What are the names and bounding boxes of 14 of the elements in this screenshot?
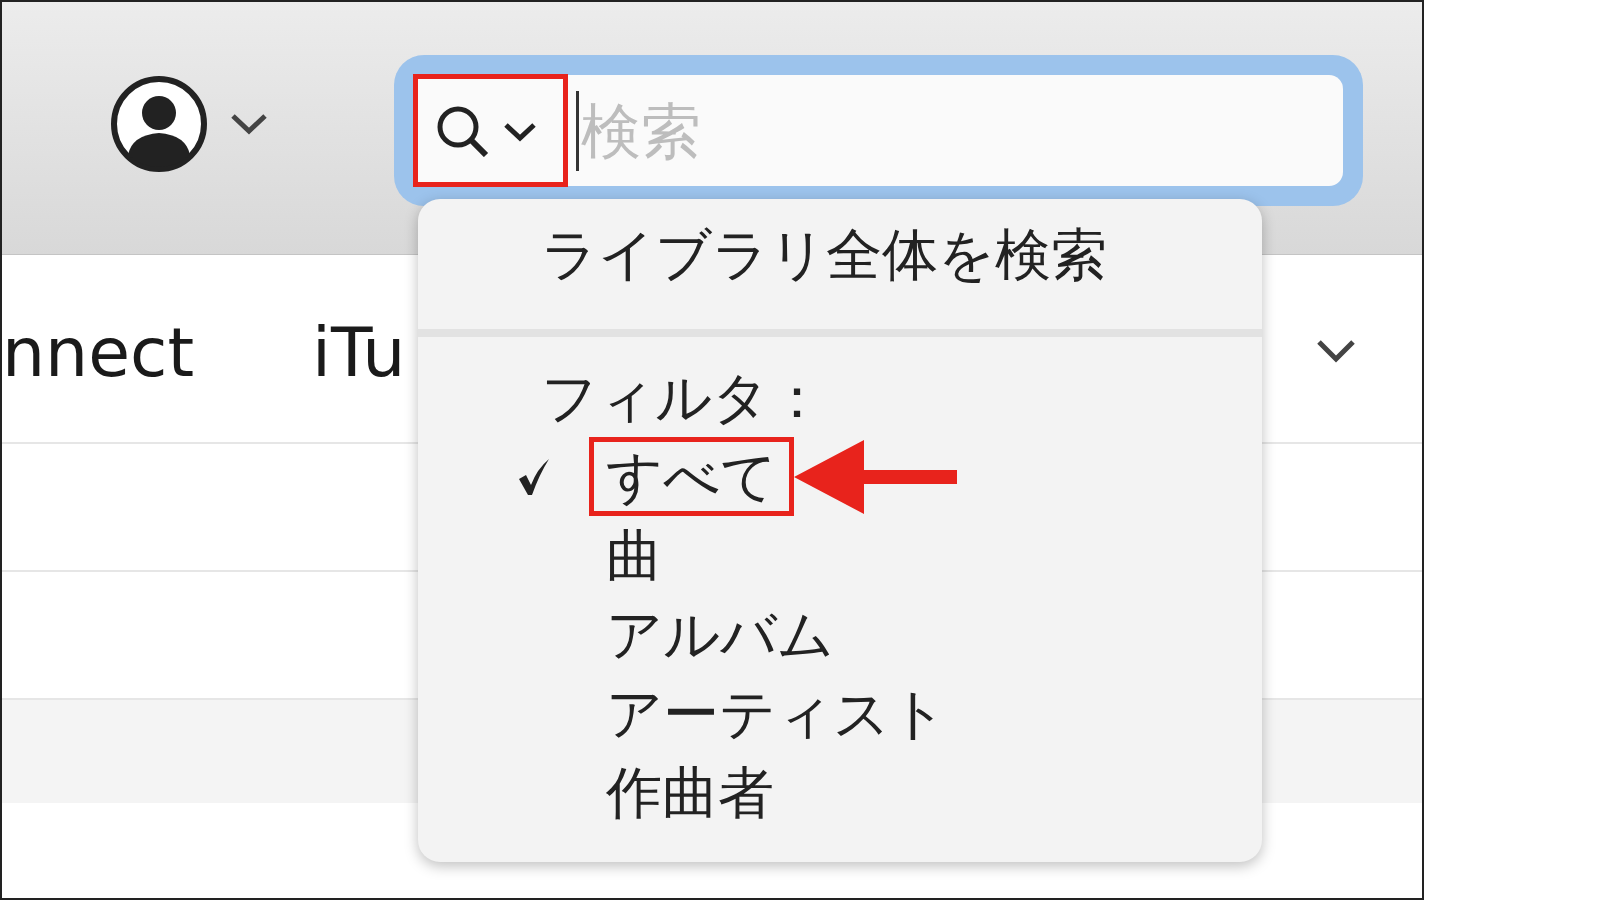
tab-label[interactable]: iTu	[312, 307, 406, 398]
menu-section-label: フィルタ：	[541, 364, 825, 432]
menu-item[interactable]: 作曲者	[589, 753, 791, 832]
menu-item[interactable]: アルバム	[589, 595, 851, 674]
chevron-down-icon[interactable]	[230, 113, 268, 135]
search-field[interactable]: 検索	[414, 75, 1343, 186]
account-icon[interactable]	[110, 75, 208, 173]
menu-item[interactable]: 曲	[589, 516, 679, 595]
menu-item[interactable]: ライブラリ全体を検索	[541, 215, 1107, 294]
search-scope-button[interactable]	[413, 74, 568, 187]
tab-label[interactable]: nnect	[2, 307, 195, 398]
menu-item[interactable]: すべて	[589, 437, 794, 516]
menu-item[interactable]: アーティスト	[589, 674, 964, 753]
chevron-down-icon[interactable]	[1316, 339, 1356, 363]
